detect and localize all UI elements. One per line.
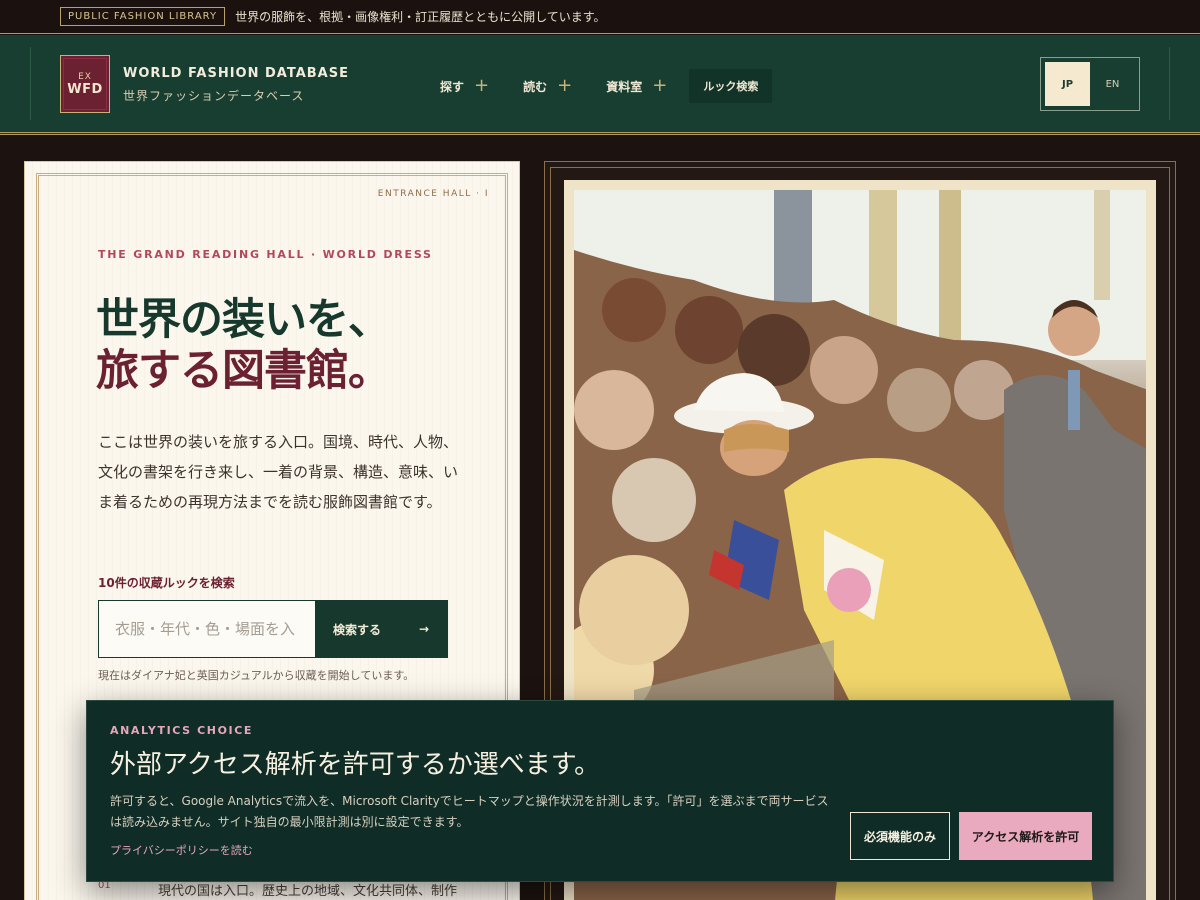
- arrow-right-icon: →: [418, 622, 429, 636]
- nav-label: 資料室: [606, 79, 643, 94]
- language-switcher: JP EN: [1040, 57, 1140, 111]
- top-notice-bar: PUBLIC FASHION LIBRARY 世界の服飾を、根拠・画像権利・訂正…: [0, 0, 1200, 34]
- nav-item-search[interactable]: 探す +: [440, 77, 489, 95]
- plus-icon: +: [474, 75, 490, 96]
- nav-item-archive[interactable]: 資料室 +: [606, 77, 667, 95]
- look-search-form: 検索する →: [98, 600, 448, 658]
- logo-mark: WFD: [67, 81, 103, 97]
- site-header: EX WFD WORLD FASHION DATABASE 世界ファッションデー…: [0, 35, 1200, 135]
- allow-analytics-button[interactable]: アクセス解析を許可: [959, 812, 1092, 860]
- hero-title: 世界の装いを、 旅する図書館。: [96, 295, 391, 396]
- site-logo[interactable]: EX WFD: [60, 55, 110, 113]
- nav-label: 探す: [440, 79, 465, 94]
- privacy-policy-link[interactable]: プライバシーポリシーを読む: [110, 842, 253, 858]
- analytics-consent-banner: ANALYTICS CHOICE 外部アクセス解析を許可するか選べます。 許可す…: [86, 700, 1114, 882]
- plus-icon: +: [557, 75, 573, 96]
- hero-eyebrow: THE GRAND READING HALL · WORLD DRESS: [98, 248, 433, 261]
- brand-name[interactable]: WORLD FASHION DATABASE: [123, 66, 349, 81]
- search-button[interactable]: 検索する →: [315, 601, 447, 657]
- nav-item-read[interactable]: 読む +: [523, 77, 572, 95]
- consent-eyebrow: ANALYTICS CHOICE: [110, 724, 254, 737]
- lang-jp-button[interactable]: JP: [1045, 62, 1090, 106]
- hero-title-line2: 旅する図書館。: [96, 345, 391, 396]
- search-button-label: 検索する: [333, 622, 382, 637]
- plus-icon: +: [652, 75, 668, 96]
- entrance-label: ENTRANCE HALL · I: [377, 189, 489, 199]
- search-note: 現在はダイアナ妃と英国カジュアルから収蔵を開始しています。: [98, 669, 415, 682]
- hero-title-line1: 世界の装いを、: [96, 295, 391, 345]
- essential-only-button[interactable]: 必須機能のみ: [850, 812, 950, 860]
- hero-description: ここは世界の装いを旅する入口。国境、時代、人物、文化の書架を行き来し、一着の背景…: [98, 433, 459, 511]
- main-nav: 探す + 読む + 資料室 + ルック検索: [440, 69, 773, 103]
- brand-subtitle: 世界ファッションデータベース: [123, 89, 305, 103]
- look-search-button[interactable]: ルック検索: [689, 69, 773, 103]
- lang-en-button[interactable]: EN: [1090, 62, 1135, 106]
- library-badge: PUBLIC FASHION LIBRARY: [60, 7, 226, 26]
- consent-body: 許可すると、Google Analyticsで流入を、Microsoft Cla…: [110, 794, 829, 829]
- list-item-text: 現代の国は入口。歴史上の地域、文化共同体、制作: [158, 884, 458, 899]
- consent-title: 外部アクセス解析を許可するか選べます。: [110, 750, 601, 780]
- logo-prefix: EX: [78, 71, 92, 82]
- nav-label: 読む: [523, 79, 548, 94]
- notice-text: 世界の服飾を、根拠・画像権利・訂正履歴とともに公開しています。: [235, 10, 606, 24]
- search-input[interactable]: [99, 601, 315, 657]
- search-label: 10件の収蔵ルックを検索: [98, 576, 235, 590]
